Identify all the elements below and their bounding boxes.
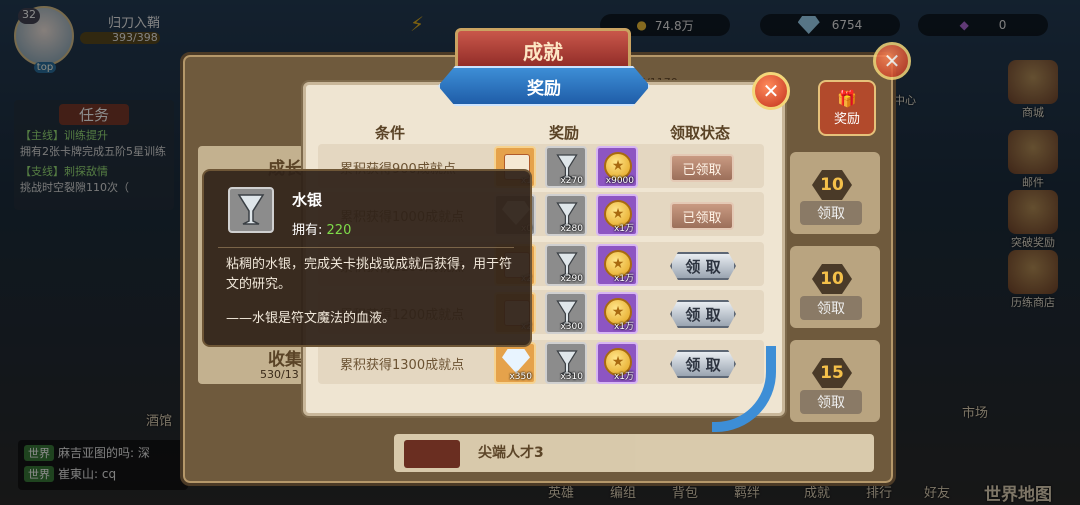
reward-close-button[interactable]: ✕ [752, 72, 790, 110]
tooltip-owned-value: 220 [326, 223, 352, 238]
achievement-title: 成就 [455, 28, 631, 72]
goblet-icon [237, 194, 265, 225]
reward-item[interactable]: ★ x9000 [596, 146, 638, 188]
claimed-button[interactable]: 已领取 [670, 154, 734, 182]
close-icon: ✕ [883, 49, 901, 73]
achievement-left-progress: 530/13 [260, 368, 299, 381]
reward-item[interactable]: ★ x1万 [596, 244, 638, 286]
diamond-icon [502, 349, 530, 373]
tooltip-divider [218, 247, 514, 248]
tooltip-item-name: 水银 [292, 191, 323, 209]
achievement-claim-button[interactable]: 领取 [800, 296, 862, 320]
achievement-close-button[interactable]: ✕ [873, 42, 911, 80]
header-reward: 奖励 [549, 124, 580, 142]
close-icon: ✕ [762, 79, 780, 103]
reward-item[interactable]: x290 [545, 244, 587, 286]
claim-button[interactable]: 领 取 [670, 252, 736, 280]
reward-item[interactable]: x300 [545, 292, 587, 334]
reward-quantity: x1万 [613, 274, 634, 284]
reward-quantity: x350 [509, 372, 532, 382]
reward-item[interactable]: x310 [545, 342, 587, 384]
reward-quantity: x280 [560, 224, 583, 234]
reward-quantity: x290 [560, 274, 583, 284]
reward-quantity: x300 [560, 322, 583, 332]
achievement-claim-button[interactable]: 领取 [800, 201, 862, 225]
reward-panel-title: 奖励 [438, 66, 650, 106]
reward-quantity: x9000 [605, 176, 634, 186]
claim-button[interactable]: 领 取 [670, 300, 736, 328]
achievement-entry-icon [404, 440, 460, 468]
reward-item[interactable]: ★ x1万 [596, 292, 638, 334]
reward-item[interactable]: x280 [545, 194, 587, 236]
tooltip-owned: 拥有: 220 [292, 219, 351, 238]
tooltip-owned-label: 拥有: [292, 223, 323, 238]
item-tooltip: 水银 拥有: 220 粘稠的水银，完成关卡挑战或成就后获得，用于符文的研究。 —… [202, 169, 532, 347]
reward-quantity: x310 [560, 372, 583, 382]
header-condition: 条件 [375, 124, 406, 142]
tooltip-item-icon [228, 187, 274, 233]
achievement-reward-button[interactable]: 🎁 奖励 [818, 80, 876, 136]
reward-quantity: x270 [560, 176, 583, 186]
tooltip-description: 粘稠的水银，完成关卡挑战或成就后获得，用于符文的研究。 [226, 257, 513, 292]
reward-item[interactable]: x350 [494, 342, 536, 384]
reward-item[interactable]: ★ x1万 [596, 194, 638, 236]
gift-icon: 🎁 [837, 89, 857, 108]
reward-condition: 累积获得1300成就点 [340, 358, 465, 373]
achievement-claim-button[interactable]: 领取 [800, 390, 862, 414]
reward-quantity: x1万 [613, 224, 634, 234]
reward-quantity: x1万 [613, 372, 634, 382]
tooltip-quote: ——水银是符文魔法的血液。 [226, 311, 396, 326]
claimed-button[interactable]: 已领取 [670, 202, 734, 230]
header-status: 领取状态 [670, 124, 731, 142]
reward-item[interactable]: x270 [545, 146, 587, 188]
achievement-entry-name: 尖端人才3 [478, 445, 544, 461]
reward-quantity: x1万 [613, 322, 634, 332]
achievement-reward-label: 奖励 [833, 112, 860, 127]
achievement-bottom-entry[interactable]: 尖端人才3 [394, 434, 874, 472]
reward-item[interactable]: ★ x1万 [596, 342, 638, 384]
achievement-left-label: 收集 [268, 350, 302, 370]
